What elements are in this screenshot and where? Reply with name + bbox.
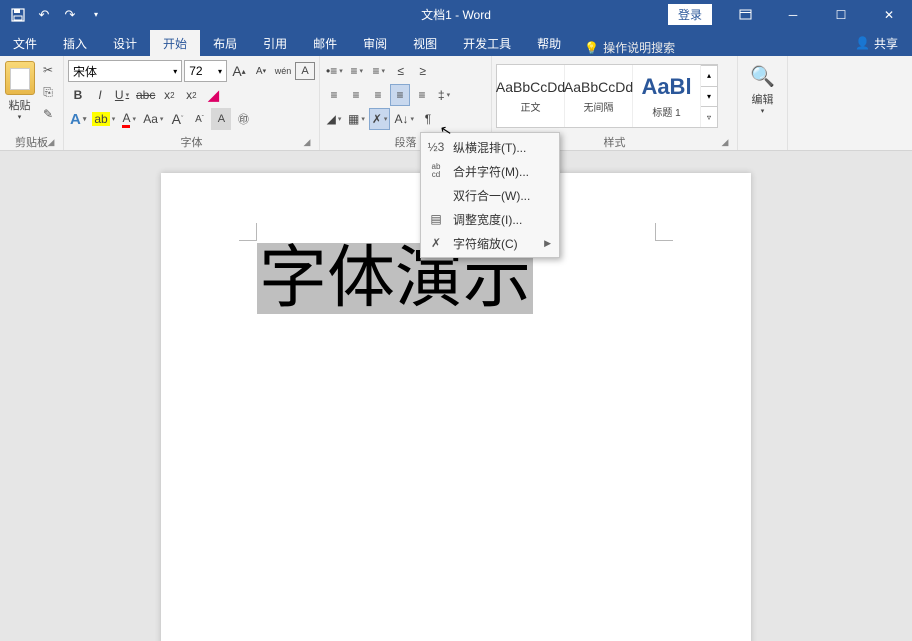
char-shading-button[interactable]: A <box>211 108 231 130</box>
tab-help[interactable]: 帮助 <box>524 30 574 56</box>
align-left-button[interactable]: ≡ <box>324 84 344 106</box>
margin-corner-tl <box>239 223 257 241</box>
justify-button[interactable]: ≡ <box>390 84 410 106</box>
numbering-button[interactable]: ≡ <box>347 60 367 82</box>
font-color-button[interactable]: A <box>119 108 139 130</box>
style-normal[interactable]: AaBbCcDd正文 <box>497 65 565 127</box>
underline-button[interactable]: U <box>112 84 132 106</box>
shading-button[interactable]: ◢ <box>324 108 344 130</box>
grow-font-button[interactable]: A▴ <box>229 60 249 82</box>
styles-launcher[interactable]: ◢ <box>719 136 731 148</box>
tab-review[interactable]: 审阅 <box>350 30 400 56</box>
search-icon: 🔍 <box>750 64 775 89</box>
quick-access-toolbar: ↶ ↷ ▾ <box>0 3 108 27</box>
find-button[interactable]: 🔍 编辑 ▾ <box>742 58 784 115</box>
sort-button[interactable]: A↓ <box>392 108 416 130</box>
bullets-button[interactable]: •≡ <box>324 60 345 82</box>
tab-design[interactable]: 设计 <box>100 30 150 56</box>
tab-insert[interactable]: 插入 <box>50 30 100 56</box>
close-button[interactable]: ✕ <box>866 0 912 29</box>
width-icon: ▤ <box>427 212 445 226</box>
styles-more[interactable]: ▴▾▿ <box>701 65 717 127</box>
brush-icon: ✎ <box>43 107 53 121</box>
menu-two-lines[interactable]: 双行合一(W)... <box>421 183 559 207</box>
tell-me-search[interactable]: 💡操作说明搜索 <box>574 39 685 56</box>
clipboard-launcher[interactable]: ◢ <box>45 136 57 148</box>
tab-home[interactable]: 开始 <box>150 30 200 56</box>
paste-icon <box>5 61 35 95</box>
borders-button[interactable]: ▦ <box>346 108 367 130</box>
combine-icon: abcd <box>427 163 445 179</box>
tab-view[interactable]: 视图 <box>400 30 450 56</box>
maximize-button[interactable]: ☐ <box>818 0 864 29</box>
title-bar: ↶ ↷ ▾ 文档1 - Word 登录 ─ ☐ ✕ <box>0 0 912 29</box>
group-clipboard: 粘贴 ▾ ✂ ⎘ ✎ 剪贴板◢ <box>0 56 64 150</box>
style-nospacing[interactable]: AaBbCcDd无间隔 <box>565 65 633 127</box>
margin-corner-tr <box>655 223 673 241</box>
font-size-combo[interactable]: 72▾ <box>184 60 227 82</box>
phonetic-button[interactable]: wén <box>273 60 293 82</box>
tab-file[interactable]: 文件 <box>0 30 50 56</box>
increase-indent-button[interactable]: ≥ <box>413 60 433 82</box>
ribbon-tabs: 文件 插入 设计 开始 布局 引用 邮件 审阅 视图 开发工具 帮助 💡操作说明… <box>0 29 912 56</box>
strike-button[interactable]: abc <box>134 84 157 106</box>
qat-customize-button[interactable]: ▾ <box>84 3 108 27</box>
vh-icon: ½3 <box>427 140 445 154</box>
menu-vertical-horizontal[interactable]: ½3纵横混排(T)... <box>421 135 559 159</box>
asian-layout-menu: ½3纵横混排(T)... abcd合并字符(M)... 双行合一(W)... ▤… <box>420 132 560 258</box>
clear-format-button[interactable]: ◢ <box>203 84 223 106</box>
tab-mailings[interactable]: 邮件 <box>300 30 350 56</box>
copy-button[interactable]: ⎘ <box>37 82 59 102</box>
format-painter-button[interactable]: ✎ <box>37 104 59 124</box>
shrink-font-button[interactable]: A▾ <box>251 60 271 82</box>
font-name-combo[interactable]: 宋体▾ <box>68 60 182 82</box>
align-center-button[interactable]: ≡ <box>346 84 366 106</box>
superscript-button[interactable]: x2 <box>181 84 201 106</box>
undo-button[interactable]: ↶ <box>32 3 56 27</box>
multilevel-button[interactable]: ≡ <box>369 60 389 82</box>
copy-icon: ⎘ <box>43 85 53 100</box>
scissors-icon: ✂ <box>43 63 53 77</box>
asian-layout-button[interactable]: ✗ <box>369 108 391 130</box>
redo-button[interactable]: ↷ <box>58 3 82 27</box>
minimize-button[interactable]: ─ <box>770 0 816 29</box>
italic-button[interactable]: I <box>90 84 110 106</box>
tab-developer[interactable]: 开发工具 <box>450 30 524 56</box>
tab-layout[interactable]: 布局 <box>200 30 250 56</box>
tab-references[interactable]: 引用 <box>250 30 300 56</box>
decrease-indent-button[interactable]: ≤ <box>391 60 411 82</box>
grow-font2-button[interactable]: Aˇ <box>167 108 187 130</box>
text-effects-button[interactable]: A <box>68 108 88 130</box>
line-spacing-button[interactable]: ‡ <box>434 84 454 106</box>
group-editing: 🔍 编辑 ▾ <box>738 56 788 150</box>
change-case-button[interactable]: Aa <box>141 108 165 130</box>
menu-fit-width[interactable]: ▤调整宽度(I)... <box>421 207 559 231</box>
highlight-button[interactable]: ab <box>90 108 117 130</box>
show-marks-button[interactable]: ¶ <box>418 108 438 130</box>
font-launcher[interactable]: ◢ <box>301 136 313 148</box>
scale-icon: ✗ <box>427 236 445 250</box>
share-button[interactable]: 👤共享 <box>841 30 912 56</box>
cut-button[interactable]: ✂ <box>37 60 59 80</box>
submenu-arrow-icon: ▶ <box>544 238 551 249</box>
bold-button[interactable]: B <box>68 84 88 106</box>
align-right-button[interactable]: ≡ <box>368 84 388 106</box>
styles-gallery[interactable]: AaBbCcDd正文 AaBbCcDd无间隔 AaBl标题 1 ▴▾▿ <box>496 64 718 128</box>
ribbon-options-button[interactable] <box>722 0 768 29</box>
share-icon: 👤 <box>855 36 870 50</box>
distribute-button[interactable]: ≡ <box>412 84 432 106</box>
login-button[interactable]: 登录 <box>668 4 712 25</box>
char-border-button[interactable]: A <box>295 62 315 80</box>
save-button[interactable] <box>6 3 30 27</box>
paste-button[interactable]: 粘贴 ▾ <box>4 58 35 124</box>
window-title: 文档1 - Word <box>421 6 491 23</box>
bulb-icon: 💡 <box>584 41 599 55</box>
enclose-char-button[interactable]: ㊞ <box>233 108 253 130</box>
shrink-font2-button[interactable]: Aˇ <box>189 108 209 130</box>
menu-combine-chars[interactable]: abcd合并字符(M)... <box>421 159 559 183</box>
style-heading1[interactable]: AaBl标题 1 <box>633 65 701 127</box>
menu-char-scale[interactable]: ✗字符缩放(C)▶ <box>421 231 559 255</box>
group-font: 宋体▾ 72▾ A▴ A▾ wén A B I U abc x2 x2 ◢ A … <box>64 56 320 150</box>
subscript-button[interactable]: x2 <box>159 84 179 106</box>
